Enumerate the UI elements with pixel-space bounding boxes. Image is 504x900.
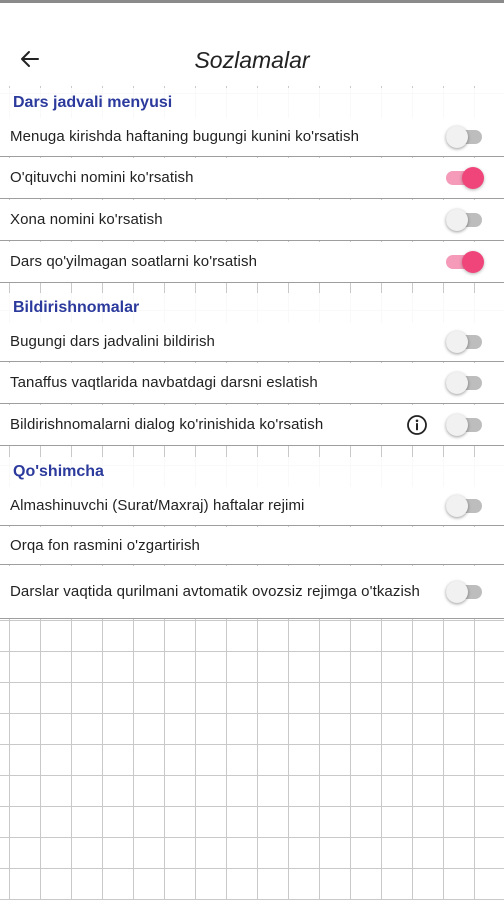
app-bar: Sozlamalar <box>0 3 504 86</box>
section-header-qoshimcha: Qo'shimcha <box>0 457 504 487</box>
setting-label: Dars qo'yilmagan soatlarni ko'rsatish <box>10 253 258 270</box>
setting-label: Bildirishnomalarni dialog ko'rinishida k… <box>10 416 324 433</box>
toggle-switch[interactable] <box>446 167 484 189</box>
setting-label: Tanaffus vaqtlarida navbatdagi darsni es… <box>10 374 318 391</box>
toggle-switch[interactable] <box>446 331 482 353</box>
toggle-switch[interactable] <box>446 251 484 273</box>
setting-row-dialog-notify[interactable]: Bildirishnomalarni dialog ko'rinishida k… <box>0 405 504 446</box>
setting-label: O'qituvchi nomini ko'rsatish <box>10 169 194 186</box>
info-icon[interactable] <box>406 414 428 436</box>
setting-row-change-background[interactable]: Orqa fon rasmini o'zgartirish <box>0 527 504 565</box>
setting-row-today-notify[interactable]: Bugungi dars jadvalini bildirish <box>0 323 504 362</box>
toggle-switch[interactable] <box>446 495 482 517</box>
setting-label: Bugungi dars jadvalini bildirish <box>10 333 215 350</box>
setting-row-room-name[interactable]: Xona nomini ko'rsatish <box>0 200 504 241</box>
toggle-switch[interactable] <box>446 209 482 231</box>
setting-row-teacher-name[interactable]: O'qituvchi nomini ko'rsatish <box>0 158 504 199</box>
setting-label: Orqa fon rasmini o'zgartirish <box>10 536 200 554</box>
section-header-dars-jadvali: Dars jadvali menyusi <box>0 88 504 118</box>
setting-label: Menuga kirishda haftaning bugungi kunini… <box>10 128 360 145</box>
setting-row-auto-silent[interactable]: Darslar vaqtida qurilmani avtomatik ovoz… <box>0 566 504 619</box>
toggle-switch[interactable] <box>446 414 482 436</box>
setting-row-alternating-weeks[interactable]: Almashinuvchi (Surat/Maxraj) haftalar re… <box>0 487 504 526</box>
setting-row-show-today[interactable]: Menuga kirishda haftaning bugungi kunini… <box>0 118 504 157</box>
toggle-switch[interactable] <box>446 126 482 148</box>
setting-label: Darslar vaqtida qurilmani avtomatik ovoz… <box>10 583 420 600</box>
toggle-switch[interactable] <box>446 581 482 603</box>
page-title: Sozlamalar <box>194 47 310 73</box>
setting-row-empty-hours[interactable]: Dars qo'yilmagan soatlarni ko'rsatish <box>0 242 504 283</box>
setting-row-break-remind[interactable]: Tanaffus vaqtlarida navbatdagi darsni es… <box>0 363 504 404</box>
setting-label: Almashinuvchi (Surat/Maxraj) haftalar re… <box>10 497 305 514</box>
section-header-bildirishnomalar: Bildirishnomalar <box>0 293 504 323</box>
setting-label: Xona nomini ko'rsatish <box>10 211 163 228</box>
toggle-switch[interactable] <box>446 372 482 394</box>
